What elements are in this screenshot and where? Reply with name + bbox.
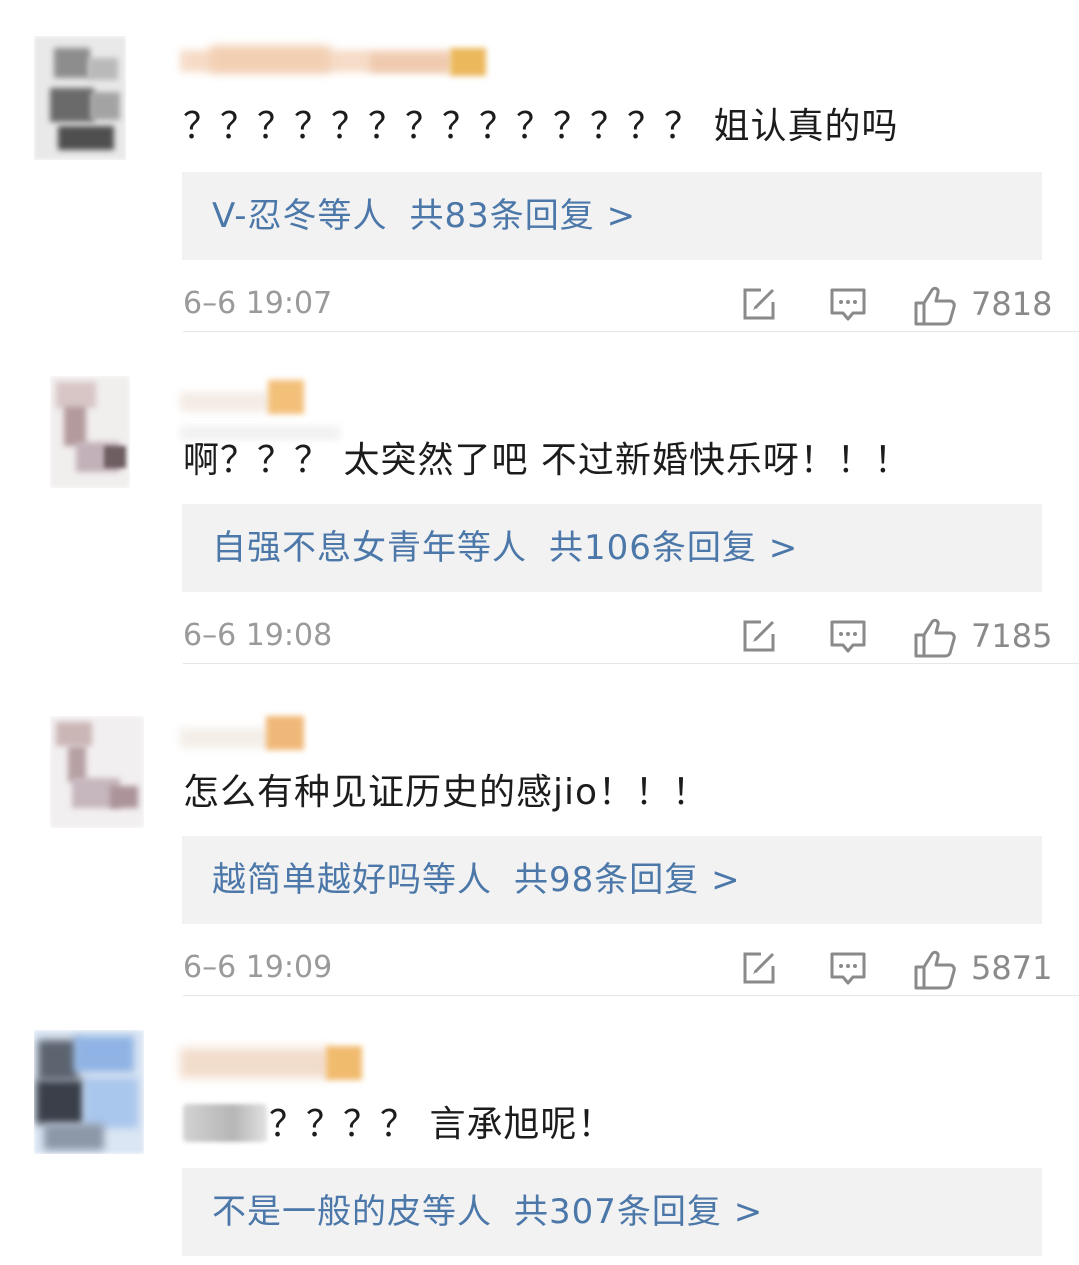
replies-box[interactable]: 越简单越好吗等人 共98条回复 > bbox=[182, 836, 1042, 924]
replies-box[interactable]: 不是一般的皮等人 共307条回复 > bbox=[182, 1168, 1042, 1256]
comment-text-body: ？？？？ 言承旭呢！ bbox=[269, 1104, 615, 1145]
comment-item: ？？？？？？？？？？？？？？ 姐认真的吗 V-忍冬等人 共83条回复 > 6–6 … bbox=[0, 0, 1079, 332]
reply-authors: 越简单越好吗等人 bbox=[212, 860, 492, 900]
comment-text: ？？？？ 言承旭呢！ bbox=[183, 1100, 614, 1150]
mention-blurred bbox=[183, 1104, 267, 1142]
comment-item: ？？？？ 言承旭呢！ 不是一般的皮等人 共307条回复 > bbox=[0, 996, 1079, 1265]
username-blurred[interactable] bbox=[180, 1040, 380, 1084]
like-count: 7185 bbox=[971, 617, 1053, 655]
edit-icon[interactable] bbox=[739, 284, 779, 324]
replies-box[interactable]: 自强不息女青年等人 共106条回复 > bbox=[182, 504, 1042, 592]
reply-count: 共98条回复 > bbox=[514, 860, 741, 900]
timestamp: 6–6 19:07 bbox=[183, 286, 333, 321]
comment-item: 啊？？？ 太突然了吧 不过新婚快乐呀！！！ 自强不息女青年等人 共106条回复 >… bbox=[0, 332, 1079, 664]
replies-link[interactable]: V-忍冬等人 共83条回复 > bbox=[212, 172, 636, 260]
username-blurred[interactable] bbox=[180, 712, 320, 756]
thumbs-up-icon[interactable] bbox=[913, 948, 957, 992]
comment-text: ？？？？？？？？？？？？？？ 姐认真的吗 bbox=[183, 106, 899, 147]
username-blurred[interactable] bbox=[180, 376, 340, 440]
comment-icon[interactable] bbox=[828, 616, 868, 656]
reply-authors: V-忍冬等人 bbox=[212, 196, 388, 236]
replies-link[interactable]: 自强不息女青年等人 共106条回复 > bbox=[212, 504, 798, 592]
reply-count: 共106条回复 > bbox=[549, 528, 799, 568]
comment-item: 怎么有种见证历史的感jio！！！ 越简单越好吗等人 共98条回复 > 6–6 19… bbox=[0, 664, 1079, 996]
thumbs-up-icon[interactable] bbox=[913, 284, 957, 328]
thumbs-up-icon[interactable] bbox=[913, 616, 957, 660]
avatar[interactable] bbox=[34, 1030, 144, 1154]
like-count: 5871 bbox=[971, 949, 1053, 987]
comment-meta: 6–6 19:09 5871 bbox=[183, 946, 1052, 992]
timestamp: 6–6 19:09 bbox=[183, 950, 333, 985]
avatar[interactable] bbox=[50, 376, 130, 488]
timestamp: 6–6 19:08 bbox=[183, 618, 333, 653]
comment-meta: 6–6 19:08 7185 bbox=[183, 614, 1052, 660]
comment-meta: 6–6 19:07 7818 bbox=[183, 282, 1052, 328]
reply-count: 共83条回复 > bbox=[409, 196, 637, 236]
avatar[interactable] bbox=[50, 716, 144, 828]
replies-box[interactable]: V-忍冬等人 共83条回复 > bbox=[182, 172, 1042, 260]
reply-count: 共307条回复 > bbox=[514, 1192, 764, 1232]
reply-authors: 不是一般的皮等人 bbox=[212, 1192, 492, 1232]
reply-authors: 自强不息女青年等人 bbox=[212, 528, 527, 568]
comment-icon[interactable] bbox=[828, 284, 868, 324]
comment-text: 啊？？？ 太突然了吧 不过新婚快乐呀！！！ bbox=[183, 440, 911, 481]
avatar[interactable] bbox=[34, 36, 126, 160]
comment-icon[interactable] bbox=[828, 948, 868, 988]
edit-icon[interactable] bbox=[739, 616, 779, 656]
replies-link[interactable]: 不是一般的皮等人 共307条回复 > bbox=[212, 1168, 763, 1256]
replies-link[interactable]: 越简单越好吗等人 共98条回复 > bbox=[212, 836, 741, 924]
username-blurred[interactable] bbox=[180, 36, 500, 80]
comment-text: 怎么有种见证历史的感jio！！！ bbox=[183, 772, 710, 813]
edit-icon[interactable] bbox=[739, 948, 779, 988]
like-count: 7818 bbox=[971, 285, 1053, 323]
